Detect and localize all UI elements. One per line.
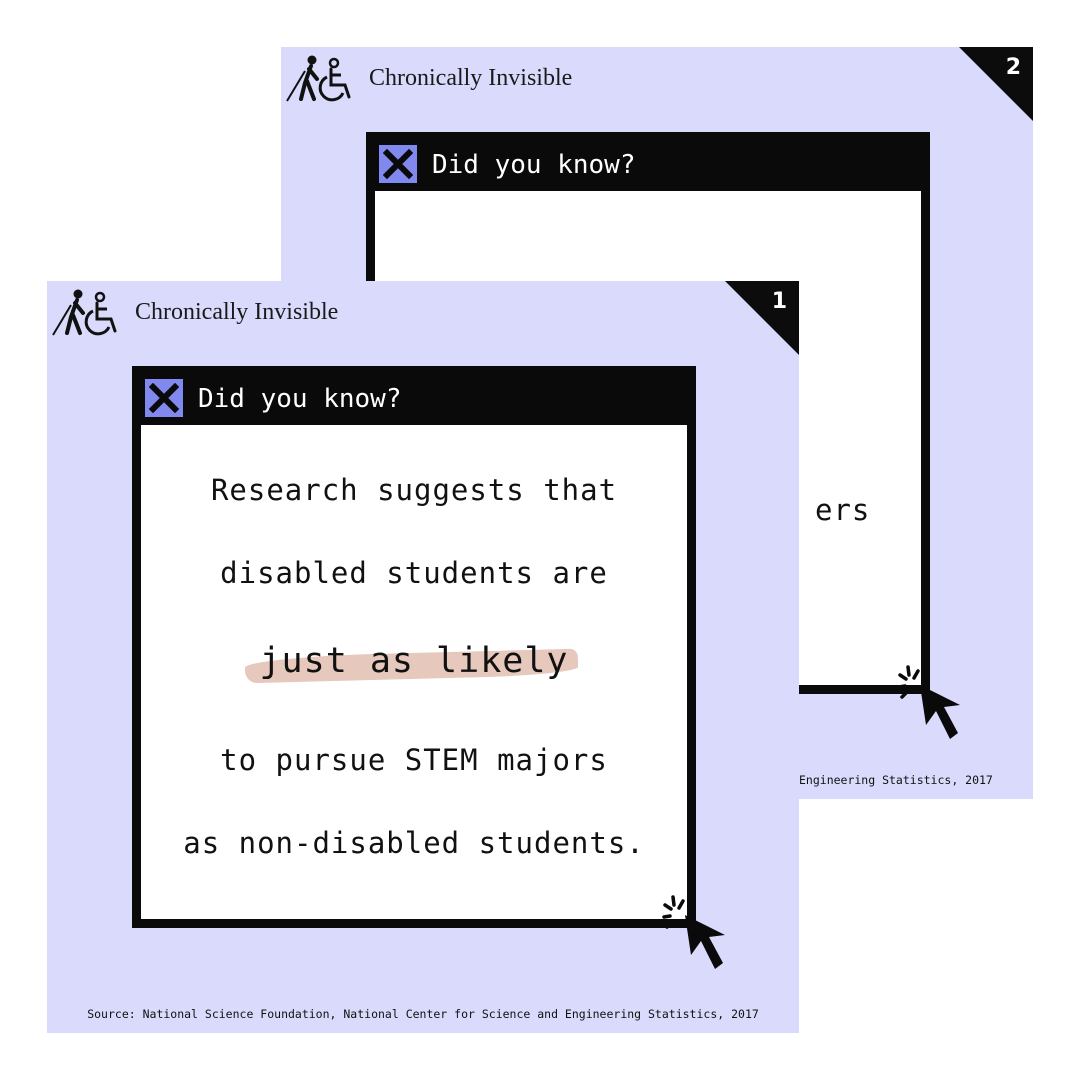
- page-corner: [725, 281, 799, 355]
- close-icon: [383, 149, 413, 179]
- close-icon: [149, 383, 179, 413]
- close-button[interactable]: [379, 145, 417, 183]
- window-title: Did you know?: [432, 150, 636, 180]
- text-fragment: ers: [815, 493, 871, 527]
- fact-line-3: to pursue STEM majors: [220, 743, 608, 777]
- fact-line-1: Research suggests that: [210, 473, 618, 507]
- accessibility-figures-icon: [52, 289, 117, 336]
- fact-line-2: disabled students are: [220, 556, 608, 590]
- slide-card-1: Chronically Invisible 1 Did you know? Re…: [47, 281, 799, 1033]
- click-cursor-icon: [897, 665, 960, 739]
- page-corner: [959, 47, 1033, 121]
- highlight-text: just as likely: [259, 641, 569, 681]
- brand: Chronically Invisible: [283, 51, 572, 105]
- click-cursor-icon: [662, 895, 725, 969]
- page-number: 1: [771, 289, 787, 314]
- window-titlebar: Did you know?: [375, 141, 921, 191]
- close-button[interactable]: [145, 379, 183, 417]
- window-title: Did you know?: [198, 384, 402, 414]
- brand: Chronically Invisible: [49, 285, 338, 339]
- brand-name: Chronically Invisible: [369, 64, 573, 91]
- source-citation: Source: National Science Foundation, Nat…: [87, 1007, 759, 1021]
- window-titlebar: Did you know?: [141, 375, 687, 425]
- accessibility-figures-icon: [286, 55, 351, 102]
- source-citation: Engineering Statistics, 2017: [799, 773, 993, 787]
- dialog-window: Did you know? Research suggests that dis…: [132, 366, 696, 928]
- brand-name: Chronically Invisible: [135, 298, 339, 325]
- window-body: Research suggests that disabled students…: [141, 425, 687, 919]
- highlight-phrase: just as likely: [141, 641, 687, 681]
- page-number: 2: [1005, 55, 1021, 80]
- fact-line-4: as non-disabled students.: [183, 826, 645, 860]
